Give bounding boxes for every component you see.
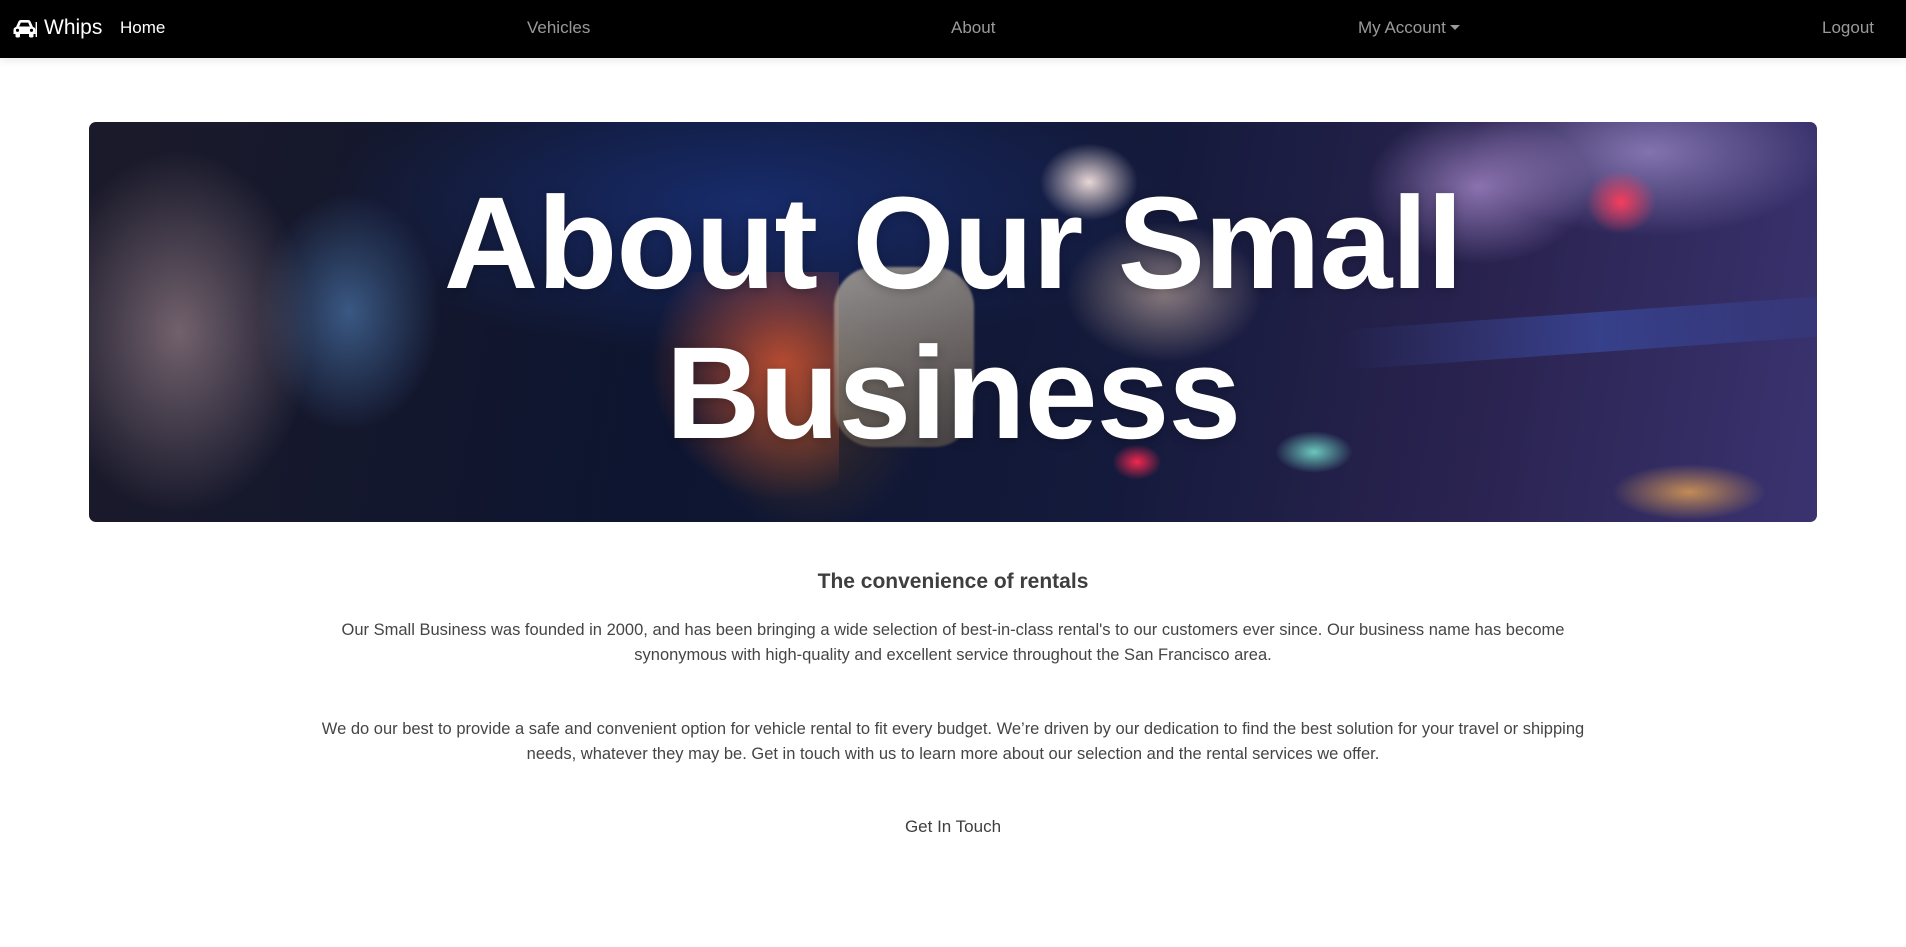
section-subtitle: The convenience of rentals [817,570,1089,593]
nav-my-account-label: My Account [1358,18,1446,37]
hero-title-line1: About Our Small [443,169,1463,316]
about-paragraph-1-line-1: Our Small Business was founded in 2000, … [341,621,1565,639]
brand-name: Whips [44,16,103,39]
nav-about[interactable]: About [951,18,995,38]
nav-my-account-dropdown[interactable]: My Account [1358,18,1460,38]
nav-home[interactable]: Home [120,18,165,38]
brand-link[interactable]: Whips [12,16,102,40]
hero-title-line2: Business [665,319,1241,466]
car-icon [13,19,37,37]
top-navbar: Whips Home Vehicles About My Account Log… [0,0,1906,58]
nav-vehicles[interactable]: Vehicles [527,18,590,38]
chevron-down-icon [1449,25,1460,30]
about-paragraph-1: Our Small Business was founded in 2000, … [0,618,1906,668]
about-paragraph-1-line-2: synonymous with high-quality and excelle… [634,646,1272,664]
about-paragraph-2-line-2: needs, whatever they may be. Get in touc… [526,745,1380,763]
about-paragraph-2-line-1: We do our best to provide a safe and con… [321,720,1585,738]
nav-logout[interactable]: Logout [1822,18,1874,38]
get-in-touch-button[interactable]: Get In Touch [905,817,1001,836]
about-paragraph-2: We do our best to provide a safe and con… [0,717,1906,767]
hero-title: About Our Small Business [89,168,1817,468]
cta-container: Get In Touch [0,817,1906,837]
hero-banner: About Our Small Business [89,122,1817,522]
